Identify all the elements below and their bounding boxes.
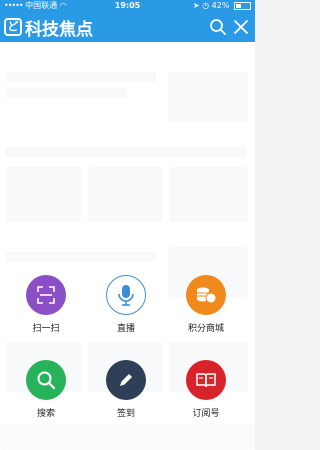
coins-icon <box>197 287 217 304</box>
search-icon[interactable] <box>209 18 227 36</box>
microphone-icon <box>118 285 134 306</box>
pen-icon <box>120 374 132 386</box>
scan-button[interactable] <box>26 275 66 315</box>
battery-icon <box>234 1 251 10</box>
checkin-label: 签到 <box>116 409 135 419</box>
logo-mark-icon: ど <box>4 18 22 36</box>
scan-action[interactable]: 扫一扫 <box>16 275 76 334</box>
points-mall-button[interactable] <box>186 275 226 315</box>
points-mall-label: 积分商城 <box>187 324 224 334</box>
quick-actions-overlay[interactable]: 扫一扫 直播 积分商城 搜索 签到 订阅号 <box>0 42 255 450</box>
scan-icon <box>37 286 55 304</box>
points-mall-action[interactable]: 积分商城 <box>176 275 236 334</box>
app-logo: ど 科技焦点 <box>4 15 93 40</box>
live-label: 直播 <box>116 324 135 334</box>
live-button[interactable] <box>106 275 146 315</box>
search-action[interactable]: 搜索 <box>16 360 76 419</box>
battery-info: ➤ ◷ 42% <box>193 0 251 12</box>
search-label: 搜索 <box>36 409 55 419</box>
location-icon: ➤ <box>192 1 200 10</box>
checkin-action[interactable]: 签到 <box>96 360 156 419</box>
book-icon <box>196 373 216 388</box>
battery-percent: 42% <box>211 1 230 10</box>
subscriptions-label: 订阅号 <box>192 409 220 419</box>
status-bar: ••••• 中国联通 ◠ 19:05 ➤ ◷ 42% <box>0 0 255 12</box>
search-button[interactable] <box>26 360 66 400</box>
subscriptions-action[interactable]: 订阅号 <box>176 360 236 419</box>
search-icon <box>37 371 56 390</box>
alarm-icon: ◷ <box>202 1 210 10</box>
checkin-button[interactable] <box>106 360 146 400</box>
app-header: ど 科技焦点 <box>0 12 255 42</box>
subscriptions-button[interactable] <box>186 360 226 400</box>
live-action[interactable]: 直播 <box>96 275 156 334</box>
scan-label: 扫一扫 <box>32 324 60 334</box>
close-icon[interactable] <box>232 18 250 36</box>
app-title: 科技焦点 <box>25 19 93 40</box>
